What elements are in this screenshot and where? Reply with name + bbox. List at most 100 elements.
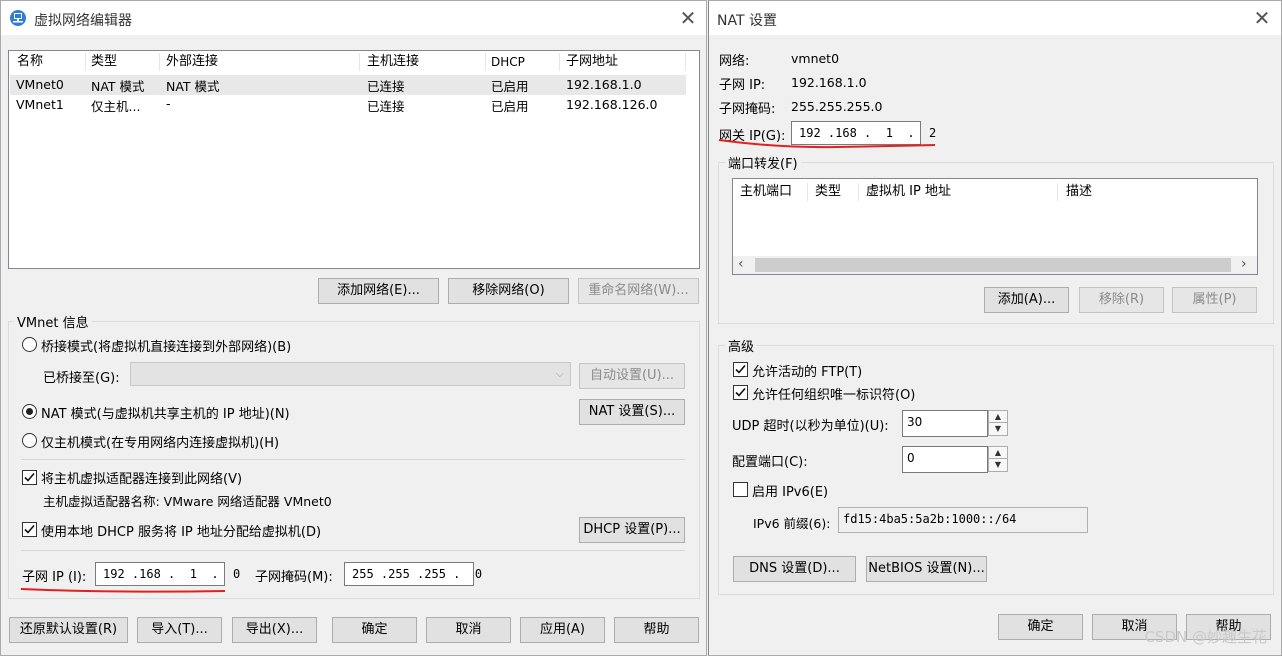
enable-ipv6-label[interactable]: 启用 IPv6(E) — [752, 481, 828, 500]
dhcp-settings-button[interactable]: DHCP 设置(P)... — [579, 517, 685, 543]
dhcp-service-label[interactable]: 使用本地 DHCP 服务将 IP 地址分配给虚拟机(D) — [41, 521, 321, 540]
auto-settings-button[interactable]: 自动设置(U)... — [579, 363, 685, 389]
remove-network-button[interactable]: 移除网络(O) — [448, 278, 569, 304]
config-port-stepper[interactable]: ▲ ▼ — [988, 446, 1008, 472]
port-forwarding-label: 端口转发(F) — [725, 153, 801, 172]
col-header-vm-ip[interactable]: 虚拟机 IP 地址 — [866, 181, 951, 203]
scrollbar-thumb[interactable] — [755, 258, 1231, 272]
config-port-label: 配置端口(C): — [732, 455, 808, 470]
subnet-ip-value: 192.168.1.0 — [791, 75, 867, 90]
dhcp-service-checkbox[interactable] — [22, 522, 37, 537]
subnet-mask-label: 子网掩码(M): — [255, 570, 333, 585]
restore-defaults-button[interactable]: 还原默认设置(R) — [9, 617, 128, 643]
window-title: 虚拟网络编辑器 — [34, 13, 132, 29]
host-only-label[interactable]: 仅主机模式(在专用网络内连接虚拟机)(H) — [41, 432, 279, 451]
bridged-mode-label[interactable]: 桥接模式(将虚拟机直接连接到外部网络)(B) — [41, 336, 291, 355]
cell-dhcp: 已启用 — [491, 99, 529, 114]
horizontal-scrollbar[interactable]: ‹ › — [733, 256, 1257, 274]
col-header-type[interactable]: 类型 — [91, 51, 117, 73]
col-header-type[interactable]: 类型 — [815, 181, 841, 203]
network-value: vmnet0 — [791, 51, 840, 66]
nat-mode-label[interactable]: NAT 模式(与虚拟机共享主机的 IP 地址)(N) — [41, 403, 290, 422]
close-icon[interactable]: ✕ — [675, 5, 701, 31]
spin-up-icon[interactable]: ▲ — [989, 411, 1007, 423]
col-header-name[interactable]: 名称 — [17, 51, 43, 73]
cell-host: 已连接 — [367, 99, 405, 114]
close-icon[interactable]: ✕ — [1249, 5, 1275, 31]
ok-button[interactable]: 确定 — [998, 614, 1083, 640]
cell-type: NAT 模式 — [91, 79, 145, 94]
scroll-left-icon[interactable]: ‹ — [738, 256, 744, 272]
allow-oui-checkbox[interactable] — [733, 385, 748, 400]
chevron-down-icon: ⌵ — [555, 367, 564, 380]
export-button[interactable]: 导出(X)... — [232, 617, 317, 643]
allow-ftp-checkbox[interactable] — [733, 362, 748, 377]
ipv6-prefix-label: IPv6 前缀(6): — [753, 516, 831, 531]
ok-button[interactable]: 确定 — [332, 617, 417, 643]
remove-port-button[interactable]: 移除(R) — [1079, 287, 1164, 313]
udp-timeout-stepper[interactable]: ▲ ▼ — [988, 410, 1008, 436]
cell-name: VMnet0 — [16, 77, 64, 92]
spin-down-icon[interactable]: ▼ — [989, 423, 1007, 435]
spin-up-icon[interactable]: ▲ — [989, 447, 1007, 459]
bridged-mode-radio[interactable] — [22, 337, 37, 352]
nat-settings-button[interactable]: NAT 设置(S)... — [579, 399, 685, 425]
bridged-to-label: 已桥接至(G): — [43, 371, 120, 386]
table-row[interactable]: VMnet0 NAT 模式 NAT 模式 已连接 已启用 192.168.1.0 — [10, 75, 686, 95]
col-header-external[interactable]: 外部连接 — [166, 51, 218, 73]
adapter-name-text: 主机虚拟适配器名称: VMware 网络适配器 VMnet0 — [43, 494, 332, 509]
nat-mode-radio[interactable] — [22, 404, 37, 419]
cancel-button[interactable]: 取消 — [426, 617, 511, 643]
apply-button[interactable]: 应用(A) — [520, 617, 605, 643]
red-underline-annotation — [718, 139, 936, 149]
allow-oui-label[interactable]: 允许任何组织唯一标识符(O) — [752, 384, 915, 403]
udp-timeout-input[interactable]: 30 — [902, 410, 988, 437]
network-table: 名称 类型 外部连接 主机连接 DHCP 子网地址 VMnet0 NAT 模式 … — [8, 50, 700, 269]
spin-down-icon[interactable]: ▼ — [989, 459, 1007, 471]
cell-host: 已连接 — [367, 79, 405, 94]
divider — [21, 550, 685, 551]
add-port-button[interactable]: 添加(A)... — [984, 287, 1069, 313]
cell-external: NAT 模式 — [166, 79, 220, 94]
divider — [21, 459, 685, 460]
network-label: 网络: — [719, 54, 750, 69]
udp-timeout-label: UDP 超时(以秒为单位)(U): — [732, 419, 889, 434]
subnet-mask-label: 子网掩码: — [719, 102, 776, 117]
enable-ipv6-checkbox[interactable] — [733, 482, 748, 497]
window-title: NAT 设置 — [717, 13, 777, 29]
netbios-settings-button[interactable]: NetBIOS 设置(N)... — [866, 556, 987, 582]
allow-ftp-label[interactable]: 允许活动的 FTP(T) — [752, 361, 862, 380]
cell-name: VMnet1 — [16, 97, 64, 112]
dns-settings-button[interactable]: DNS 设置(D)... — [733, 556, 856, 582]
config-port-input[interactable]: 0 — [902, 446, 988, 473]
title-bar: NAT 设置 ✕ — [709, 1, 1281, 35]
subnet-ip-label: 子网 IP (I): — [22, 570, 87, 585]
col-header-host-port[interactable]: 主机端口 — [740, 181, 792, 203]
scroll-right-icon[interactable]: › — [1241, 256, 1247, 272]
subnet-mask-value: 255.255.255.0 — [791, 99, 883, 114]
import-button[interactable]: 导入(T)... — [137, 617, 222, 643]
title-bar: 虚拟网络编辑器 ✕ — [1, 1, 706, 35]
connect-adapter-label[interactable]: 将主机虚拟适配器连接到此网络(V) — [41, 468, 242, 487]
virtual-network-editor-window: 虚拟网络编辑器 ✕ 名称 类型 外部连接 主机连接 DHCP 子网地址 VMne… — [0, 0, 707, 656]
help-button[interactable]: 帮助 — [614, 617, 699, 643]
host-only-radio[interactable] — [22, 433, 37, 448]
watermark: CSDN @妙趣生花 — [1144, 628, 1267, 646]
subnet-ip-input[interactable]: 192 .168 . 1 . 0 — [95, 562, 240, 586]
col-header-dhcp[interactable]: DHCP — [491, 51, 525, 73]
cell-external: - — [166, 96, 171, 111]
advanced-label: 高级 — [725, 336, 758, 355]
rename-network-button[interactable]: 重命名网络(W)... — [578, 278, 699, 304]
col-header-subnet[interactable]: 子网地址 — [566, 51, 618, 73]
col-header-host[interactable]: 主机连接 — [367, 51, 419, 73]
table-row[interactable]: VMnet1 仅主机... - 已连接 已启用 192.168.126.0 — [10, 95, 686, 115]
vmnet-info-label: VMnet 信息 — [14, 312, 92, 331]
subnet-mask-input[interactable]: 255 .255 .255 . 0 — [344, 562, 482, 586]
subnet-ip-label: 子网 IP: — [719, 78, 766, 93]
bridged-to-select[interactable]: ⌵ — [130, 362, 571, 386]
connect-adapter-checkbox[interactable] — [22, 470, 37, 485]
port-properties-button[interactable]: 属性(P) — [1172, 287, 1257, 313]
ipv6-prefix-input[interactable]: fd15:4ba5:5a2b:1000::/64 — [838, 507, 1088, 533]
col-header-description[interactable]: 描述 — [1066, 181, 1092, 203]
add-network-button[interactable]: 添加网络(E)... — [318, 278, 439, 304]
